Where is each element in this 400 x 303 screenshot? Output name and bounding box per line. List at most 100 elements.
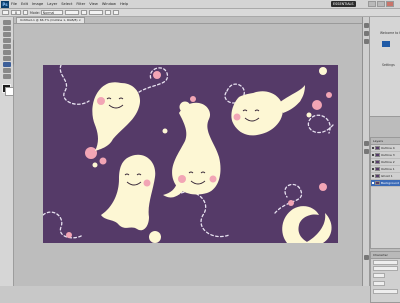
visibility-eye-icon[interactable] [372,154,374,156]
layer-thumbnail [375,167,380,171]
layer-thumbnail [375,174,380,178]
opacity-field[interactable] [64,10,79,15]
leading-field[interactable] [373,281,385,286]
airbrush-icon[interactable] [104,10,111,15]
dashed-trail [43,211,84,239]
layer-name: Outline 3 [381,153,395,157]
layer-row[interactable]: Outline 1 [371,166,400,173]
visibility-eye-icon[interactable] [372,175,374,177]
menu-select[interactable]: Select [61,2,72,6]
brush-panel-toggle-icon[interactable] [23,10,28,15]
visibility-eye-icon[interactable] [372,147,374,149]
menu-help[interactable]: Help [120,2,128,6]
document-tab[interactable]: Untitled-1 @ 66.7% (Outline 1, RGB/8) × [16,17,86,23]
mode-label: Mode: [30,10,40,15]
cream-dot [92,162,98,168]
pressure-opacity-icon[interactable] [80,10,87,15]
layer-name: Background [381,181,399,185]
channels-panel-icon[interactable] [364,149,369,154]
crop-tool-icon[interactable] [3,44,11,49]
menu-edit[interactable]: Edit [21,2,28,6]
layer-name: Outline 1 [381,167,395,171]
cream-dot [162,128,168,134]
history-panel-icon[interactable] [364,23,369,28]
minimize-button[interactable] [368,1,376,7]
pink-dot [288,200,294,206]
quick-selection-tool-icon[interactable] [3,38,11,43]
swatches-panel-icon[interactable] [364,39,369,44]
workspace-switcher-button[interactable]: ESSENTIALS [331,1,356,7]
layer-thumbnail [375,181,380,185]
maximize-button[interactable] [377,1,385,7]
move-tool-icon[interactable] [3,20,11,25]
pink-dot [190,96,196,102]
pink-dot [66,232,72,238]
font-size-field[interactable] [373,273,385,278]
pink-dot [85,147,97,159]
clone-stamp-tool-icon[interactable] [3,68,11,73]
character-panel-title: Character [371,252,400,259]
layers-panel-title: Layers [371,138,400,145]
photoshop-app-icon [382,41,390,47]
pink-dot [319,183,327,191]
layer-row[interactable]: Ghost 1 [371,173,400,180]
font-style-select[interactable] [373,266,398,271]
layers-panel: Layers Outline 4 Outline 3 Outline 2 Out… [370,137,400,249]
brush-tool-preset-icon[interactable] [2,10,9,15]
menu-file[interactable]: File [11,2,17,6]
document-canvas[interactable] [43,65,338,243]
layer-row[interactable]: Outline 2 [371,159,400,166]
welcome-panel: Welcome to the... Settings [370,17,400,117]
right-panel-dock: Welcome to the... Settings Layers Outlin… [362,17,400,303]
dashed-trail [59,65,90,105]
visibility-eye-icon[interactable] [372,161,374,163]
menu-layer[interactable]: Layer [47,2,57,6]
healing-brush-tool-icon[interactable] [3,56,11,61]
layer-row[interactable]: Outline 4 [371,145,400,152]
font-family-select[interactable] [373,260,398,265]
flow-field[interactable] [88,10,103,15]
ghost-middle-left [101,154,156,231]
menu-view[interactable]: View [89,2,98,6]
photoshop-window: Ps File Edit Image Layer Select Filter V… [0,0,400,303]
menu-window[interactable]: Window [102,2,116,6]
background-color-swatch[interactable] [5,87,14,96]
cream-dot [306,112,312,118]
layer-name: Ghost 1 [381,174,393,178]
dashed-trail [176,191,230,238]
layer-thumbnail [375,146,380,150]
layer-name: Outline 2 [381,160,395,164]
brush-size-picker[interactable]: 8 [11,10,21,15]
layer-row-selected[interactable]: Background [371,180,400,187]
marquee-tool-icon[interactable] [3,26,11,31]
blend-mode-select[interactable]: Normal [40,10,63,15]
tracking-field[interactable] [373,289,398,294]
visibility-eye-icon[interactable] [372,182,374,184]
layers-panel-icon[interactable] [364,141,369,146]
lasso-tool-icon[interactable] [3,32,11,37]
collapsed-panel-icons [363,17,370,286]
menu-filter[interactable]: Filter [76,2,85,6]
ghost-left [92,82,141,151]
welcome-title: Welcome to the... [380,31,400,35]
eraser-tool-icon[interactable] [3,74,11,79]
ghost-right [231,85,305,136]
options-bar: 8 Mode: Normal [0,9,400,17]
brush-tool-icon[interactable] [3,62,11,67]
cream-dot [149,231,161,243]
dashed-trail [134,67,168,96]
pink-dot [312,100,322,110]
pink-dot [153,71,161,79]
close-button[interactable] [386,1,394,7]
visibility-eye-icon[interactable] [372,168,374,170]
pressure-size-icon[interactable] [112,10,119,15]
menu-image[interactable]: Image [32,2,43,6]
menu-bar: Ps File Edit Image Layer Select Filter V… [0,0,400,9]
actions-panel-icon[interactable] [364,31,369,36]
layer-row[interactable]: Outline 3 [371,152,400,159]
character-panel-icon[interactable] [364,255,369,260]
character-panel: Character [370,251,400,303]
layer-name: Outline 4 [381,146,395,150]
eyedropper-tool-icon[interactable] [3,50,11,55]
dashed-trail [307,114,334,134]
